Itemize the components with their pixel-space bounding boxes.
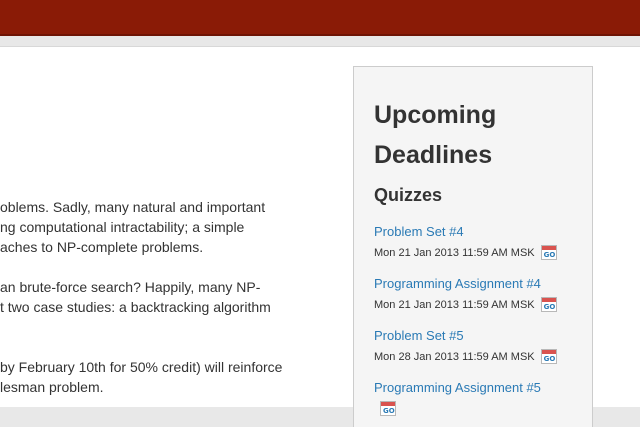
deadline-link[interactable]: Problem Set #5: [374, 328, 584, 344]
top-header-bar: [0, 0, 640, 36]
paragraph-line: an brute-force search? Happily, many NP-: [0, 279, 261, 295]
paragraph-line: lesman problem.: [0, 379, 104, 395]
deadline-item: Programming Assignment #4 Mon 21 Jan 201…: [374, 276, 584, 312]
deadline-date: Mon 21 Jan 2013 11:59 AM MSK: [374, 298, 535, 311]
calendar-icon[interactable]: GO: [540, 349, 557, 364]
paragraph-line: t two case studies: a backtracking algor…: [0, 299, 271, 315]
sidebar-title: Upcoming Deadlines: [374, 101, 497, 169]
paragraph-line: ng computational intractability; a simpl…: [0, 219, 245, 235]
deadline-meta: Mon 28 Jan 2013 11:59 AM MSK GO: [374, 349, 584, 364]
deadline-meta: Mon 21 Jan 2013 11:59 AM MSK GO: [374, 245, 584, 260]
paragraph-line: by February 10th for 50% credit) will re…: [0, 359, 283, 375]
section-heading-quizzes: Quizzes: [374, 185, 443, 205]
deadline-meta: GO: [374, 401, 584, 416]
paragraph-line: oblems. Sadly, many natural and importan…: [0, 199, 266, 215]
content-paragraph: an brute-force search? Happily, many NP-…: [0, 277, 271, 317]
deadline-meta: Mon 21 Jan 2013 11:59 AM MSK GO: [374, 297, 584, 312]
paragraph-line: aches to NP-complete problems.: [0, 239, 204, 255]
deadline-link[interactable]: Programming Assignment #4: [374, 276, 584, 292]
deadline-item: Problem Set #5 Mon 28 Jan 2013 11:59 AM …: [374, 328, 584, 364]
deadline-item: Programming Assignment #5 GO: [374, 380, 584, 416]
content-paragraph: by February 10th for 50% credit) will re…: [0, 357, 282, 397]
upcoming-deadlines-panel: Upcoming Deadlines Quizzes Problem Set #…: [353, 66, 593, 427]
deadline-link[interactable]: Programming Assignment #5: [374, 380, 584, 396]
deadline-link[interactable]: Problem Set #4: [374, 224, 584, 240]
deadline-item: Problem Set #4 Mon 21 Jan 2013 11:59 AM …: [374, 224, 584, 260]
main-content: oblems. Sadly, many natural and importan…: [0, 47, 340, 407]
content-paragraph: oblems. Sadly, many natural and importan…: [0, 197, 265, 257]
calendar-icon[interactable]: GO: [540, 297, 557, 312]
course-page: oblems. Sadly, many natural and importan…: [0, 46, 640, 427]
calendar-icon[interactable]: GO: [540, 245, 557, 260]
deadline-date: Mon 21 Jan 2013 11:59 AM MSK: [374, 246, 535, 259]
calendar-icon[interactable]: GO: [380, 401, 396, 416]
deadline-date: Mon 28 Jan 2013 11:59 AM MSK: [374, 350, 535, 363]
